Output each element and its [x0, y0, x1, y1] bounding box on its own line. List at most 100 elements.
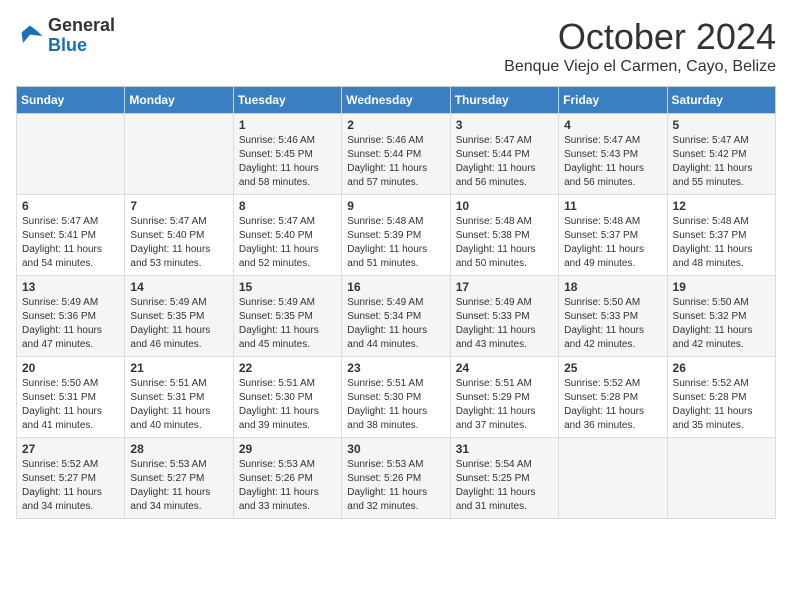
day-number: 16 — [347, 280, 444, 294]
weekday-header-wednesday: Wednesday — [342, 87, 450, 114]
weekday-header-friday: Friday — [559, 87, 667, 114]
day-info: Sunrise: 5:51 AMSunset: 5:30 PMDaylight:… — [239, 377, 336, 433]
calendar-day: 26Sunrise: 5:52 AMSunset: 5:28 PMDayligh… — [667, 357, 775, 438]
day-info: Sunrise: 5:47 AMSunset: 5:41 PMDaylight:… — [22, 215, 119, 271]
calendar-day: 5 Sunrise: 5:47 AMSunset: 5:42 PMDaylight… — [667, 114, 775, 195]
day-info: Sunrise: 5:47 AMSunset: 5:44 PMDaylight:… — [456, 134, 553, 190]
day-number: 21 — [130, 361, 227, 375]
day-number: 18 — [564, 280, 661, 294]
calendar-day: 19Sunrise: 5:50 AMSunset: 5:32 PMDayligh… — [667, 276, 775, 357]
day-info: Sunrise: 5:46 AMSunset: 5:45 PMDaylight:… — [239, 134, 336, 190]
day-info: Sunrise: 5:52 AMSunset: 5:27 PMDaylight:… — [22, 458, 119, 514]
calendar-day: 10 Sunrise: 5:48 AMSunset: 5:38 PMDayligh… — [450, 195, 558, 276]
calendar-week-3: 13Sunrise: 5:49 AMSunset: 5:36 PMDayligh… — [17, 276, 776, 357]
calendar-day: 2 Sunrise: 5:46 AMSunset: 5:44 PMDaylight… — [342, 114, 450, 195]
logo-text: General Blue — [48, 16, 115, 56]
calendar-day: 30Sunrise: 5:53 AMSunset: 5:26 PMDayligh… — [342, 438, 450, 519]
calendar-week-4: 20Sunrise: 5:50 AMSunset: 5:31 PMDayligh… — [17, 357, 776, 438]
day-info: Sunrise: 5:47 AMSunset: 5:40 PMDaylight:… — [239, 215, 336, 271]
calendar-day: 27 Sunrise: 5:52 AMSunset: 5:27 PMDayligh… — [17, 438, 125, 519]
calendar-day: 28 Sunrise: 5:53 AMSunset: 5:27 PMDayligh… — [125, 438, 233, 519]
day-number: 5 — [673, 118, 770, 132]
day-info: Sunrise: 5:49 AMSunset: 5:33 PMDaylight:… — [456, 296, 553, 352]
weekday-header-tuesday: Tuesday — [233, 87, 341, 114]
calendar-day — [667, 438, 775, 519]
day-info: Sunrise: 5:51 AMSunset: 5:31 PMDaylight:… — [130, 377, 227, 433]
logo: General Blue — [16, 16, 115, 56]
weekday-header-sunday: Sunday — [17, 87, 125, 114]
day-info: Sunrise: 5:48 AMSunset: 5:38 PMDaylight:… — [456, 215, 553, 271]
day-number: 25 — [564, 361, 661, 375]
day-info: Sunrise: 5:49 AMSunset: 5:34 PMDaylight:… — [347, 296, 444, 352]
day-number: 29 — [239, 442, 336, 456]
day-number: 20 — [22, 361, 119, 375]
day-info: Sunrise: 5:49 AMSunset: 5:35 PMDaylight:… — [239, 296, 336, 352]
day-number: 3 — [456, 118, 553, 132]
title-block: October 2024 Benque Viejo el Carmen, Cay… — [504, 16, 776, 76]
calendar-day: 20Sunrise: 5:50 AMSunset: 5:31 PMDayligh… — [17, 357, 125, 438]
weekday-header-thursday: Thursday — [450, 87, 558, 114]
logo-blue-text: Blue — [48, 35, 87, 55]
calendar-day: 13Sunrise: 5:49 AMSunset: 5:36 PMDayligh… — [17, 276, 125, 357]
calendar-day: 3 Sunrise: 5:47 AMSunset: 5:44 PMDaylight… — [450, 114, 558, 195]
month-title: October 2024 — [504, 16, 776, 58]
day-number: 27 — [22, 442, 119, 456]
calendar-day: 6 Sunrise: 5:47 AMSunset: 5:41 PMDaylight… — [17, 195, 125, 276]
calendar-day: 25Sunrise: 5:52 AMSunset: 5:28 PMDayligh… — [559, 357, 667, 438]
calendar-day: 24Sunrise: 5:51 AMSunset: 5:29 PMDayligh… — [450, 357, 558, 438]
calendar-day: 29 Sunrise: 5:53 AMSunset: 5:26 PMDayligh… — [233, 438, 341, 519]
calendar-day: 15 Sunrise: 5:49 AMSunset: 5:35 PMDayligh… — [233, 276, 341, 357]
day-number: 22 — [239, 361, 336, 375]
calendar-day: 23Sunrise: 5:51 AMSunset: 5:30 PMDayligh… — [342, 357, 450, 438]
day-info: Sunrise: 5:53 AMSunset: 5:27 PMDaylight:… — [130, 458, 227, 514]
day-number: 2 — [347, 118, 444, 132]
weekday-header-saturday: Saturday — [667, 87, 775, 114]
logo-general-text: General — [48, 15, 115, 35]
calendar-day — [559, 438, 667, 519]
day-number: 9 — [347, 199, 444, 213]
calendar-day: 14 Sunrise: 5:49 AMSunset: 5:35 PMDayligh… — [125, 276, 233, 357]
day-number: 1 — [239, 118, 336, 132]
day-number: 8 — [239, 199, 336, 213]
calendar-header: SundayMondayTuesdayWednesdayThursdayFrid… — [17, 87, 776, 114]
logo-bird-icon — [16, 22, 44, 50]
day-info: Sunrise: 5:49 AMSunset: 5:35 PMDaylight:… — [130, 296, 227, 352]
calendar-day: 16 Sunrise: 5:49 AMSunset: 5:34 PMDayligh… — [342, 276, 450, 357]
page-header: General Blue October 2024 Benque Viejo e… — [16, 16, 776, 76]
day-info: Sunrise: 5:53 AMSunset: 5:26 PMDaylight:… — [239, 458, 336, 514]
calendar-table: SundayMondayTuesdayWednesdayThursdayFrid… — [16, 86, 776, 519]
day-number: 15 — [239, 280, 336, 294]
calendar-week-2: 6 Sunrise: 5:47 AMSunset: 5:41 PMDaylight… — [17, 195, 776, 276]
weekday-header-monday: Monday — [125, 87, 233, 114]
day-number: 7 — [130, 199, 227, 213]
day-info: Sunrise: 5:49 AMSunset: 5:36 PMDaylight:… — [22, 296, 119, 352]
day-info: Sunrise: 5:46 AMSunset: 5:44 PMDaylight:… — [347, 134, 444, 190]
day-number: 12 — [673, 199, 770, 213]
calendar-day: 17 Sunrise: 5:49 AMSunset: 5:33 PMDayligh… — [450, 276, 558, 357]
calendar-day: 22 Sunrise: 5:51 AMSunset: 5:30 PMDayligh… — [233, 357, 341, 438]
day-number: 17 — [456, 280, 553, 294]
calendar-body: 1 Sunrise: 5:46 AMSunset: 5:45 PMDaylight… — [17, 114, 776, 519]
calendar-day: 4Sunrise: 5:47 AMSunset: 5:43 PMDaylight… — [559, 114, 667, 195]
day-number: 23 — [347, 361, 444, 375]
day-number: 28 — [130, 442, 227, 456]
calendar-day: 7Sunrise: 5:47 AMSunset: 5:40 PMDaylight… — [125, 195, 233, 276]
day-number: 14 — [130, 280, 227, 294]
day-info: Sunrise: 5:48 AMSunset: 5:39 PMDaylight:… — [347, 215, 444, 271]
calendar-day — [17, 114, 125, 195]
day-info: Sunrise: 5:51 AMSunset: 5:29 PMDaylight:… — [456, 377, 553, 433]
calendar-day: 18Sunrise: 5:50 AMSunset: 5:33 PMDayligh… — [559, 276, 667, 357]
day-number: 30 — [347, 442, 444, 456]
day-info: Sunrise: 5:48 AMSunset: 5:37 PMDaylight:… — [673, 215, 770, 271]
day-number: 11 — [564, 199, 661, 213]
day-number: 10 — [456, 199, 553, 213]
calendar-day: 31Sunrise: 5:54 AMSunset: 5:25 PMDayligh… — [450, 438, 558, 519]
calendar-day — [125, 114, 233, 195]
calendar-day: 21 Sunrise: 5:51 AMSunset: 5:31 PMDayligh… — [125, 357, 233, 438]
weekday-header-row: SundayMondayTuesdayWednesdayThursdayFrid… — [17, 87, 776, 114]
calendar-day: 9 Sunrise: 5:48 AMSunset: 5:39 PMDaylight… — [342, 195, 450, 276]
day-number: 6 — [22, 199, 119, 213]
day-info: Sunrise: 5:47 AMSunset: 5:42 PMDaylight:… — [673, 134, 770, 190]
calendar-week-5: 27 Sunrise: 5:52 AMSunset: 5:27 PMDayligh… — [17, 438, 776, 519]
calendar-day: 8 Sunrise: 5:47 AMSunset: 5:40 PMDaylight… — [233, 195, 341, 276]
